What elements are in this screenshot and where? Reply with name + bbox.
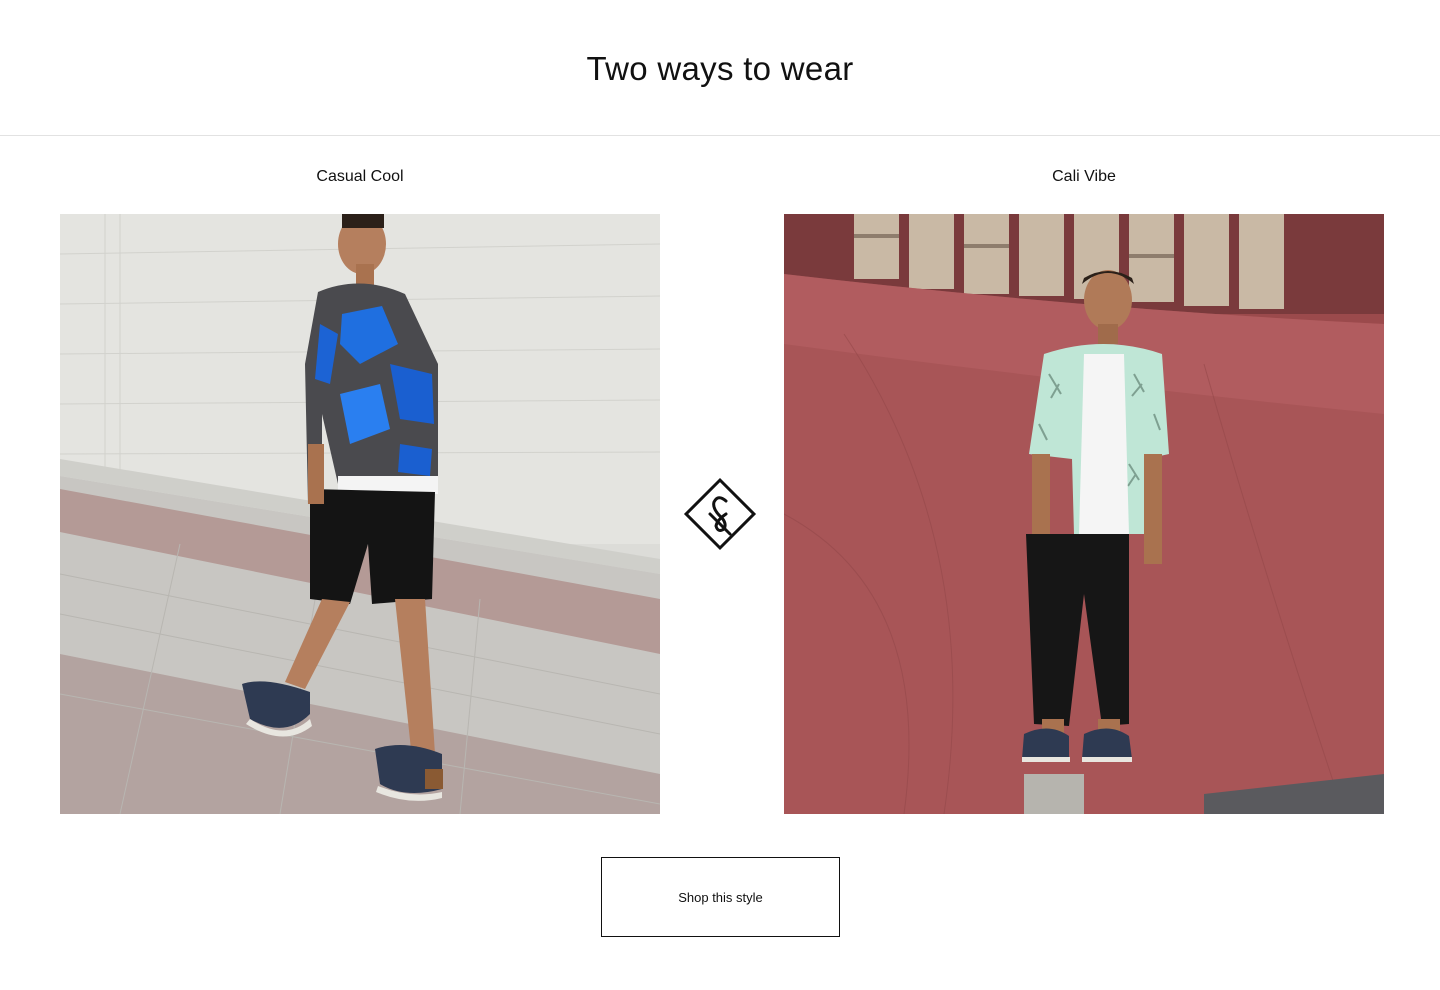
shop-this-style-button[interactable]: Shop this style bbox=[601, 857, 840, 937]
page-title: Two ways to wear bbox=[586, 50, 854, 87]
model-in-palm-print-shirt-image[interactable] bbox=[784, 214, 1384, 814]
look-label-cali-vibe: Cali Vibe bbox=[1052, 168, 1116, 185]
model-in-blue-camo-sweater-image[interactable] bbox=[60, 214, 660, 814]
ampersand-diamond-icon bbox=[682, 476, 758, 552]
look-label-casual-cool: Casual Cool bbox=[316, 168, 404, 185]
page-header: Two ways to wear bbox=[0, 0, 1440, 136]
